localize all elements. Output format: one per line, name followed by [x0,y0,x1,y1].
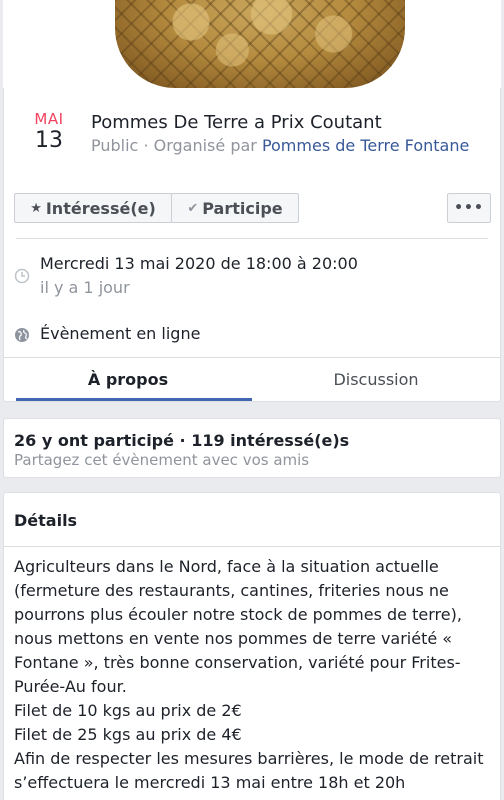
event-tabs: À propos Discussion [4,357,500,401]
event-title: Pommes De Terre a Prix Coutant [91,112,382,133]
event-datetime: Mercredi 13 mai 2020 de 18:00 à 20:00 [40,254,358,273]
divider [16,238,488,239]
going-button[interactable]: ✔ Participe [171,193,299,223]
details-line: Filet de 10 kgs au prix de 2€ [14,701,242,720]
event-header-card: MAI 13 Pommes De Terre a Prix Coutant Pu… [3,88,501,402]
checkmark-icon: ✔ [187,200,199,216]
clock-icon [14,268,30,284]
event-location: Évènement en ligne [40,324,201,343]
details-header: Détails [4,493,500,547]
interested-label: Intéressé(e) [45,198,156,218]
details-paragraph: Agriculteurs dans le Nord, face à la sit… [14,557,462,696]
event-details-card: Détails Agriculteurs dans le Nord, face … [3,492,501,800]
event-relative-time: il y a 1 jour [40,278,130,297]
details-line: Afin de respecter les mesures barrières,… [14,749,484,792]
event-month: MAI [34,110,64,128]
more-options-button[interactable]: ••• [447,193,491,223]
event-cover-photo[interactable] [3,0,501,88]
share-prompt[interactable]: Partagez cet évènement avec vos amis [14,451,309,469]
details-heading: Détails [14,511,78,530]
event-day: 13 [35,128,63,153]
event-visibility: Public · Organisé par [91,136,262,155]
interested-button[interactable]: ★ Intéressé(e) [14,193,172,223]
globe-icon [15,328,29,342]
details-line: Filet de 25 kgs au prix de 4€ [14,725,242,744]
organizer-link[interactable]: Pommes de Terre Fontane [262,136,469,155]
more-dots-icon: ••• [454,200,484,216]
going-label: Participe [202,198,283,218]
attendance-summary[interactable]: 26 y ont participé · 119 intéressé(e)s [14,431,349,450]
potato-sack-image [115,0,405,88]
event-meta: Public · Organisé par Pommes de Terre Fo… [91,136,471,155]
event-stats-card: 26 y ont participé · 119 intéressé(e)s P… [3,418,501,478]
event-date-badge: MAI 13 [26,110,72,154]
tab-discussion[interactable]: Discussion [252,358,500,401]
tab-about[interactable]: À propos [4,358,252,401]
details-description: Agriculteurs dans le Nord, face à la sit… [14,555,490,795]
star-icon: ★ [30,200,42,216]
